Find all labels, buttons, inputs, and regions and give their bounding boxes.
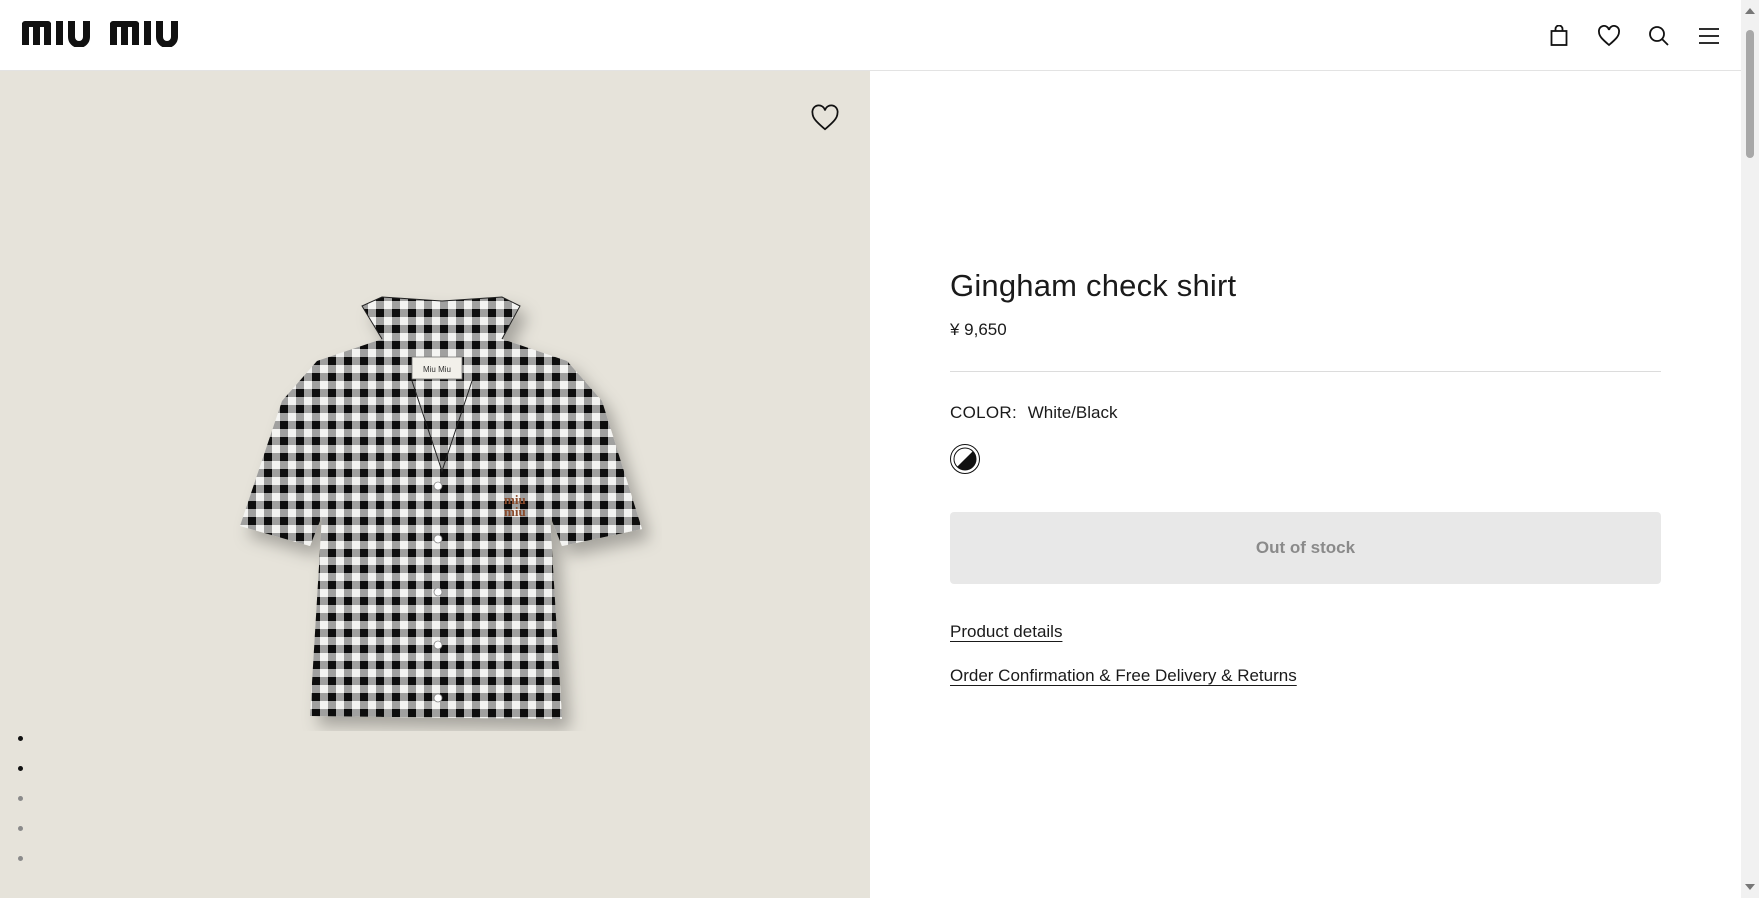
- gallery-dot[interactable]: [18, 766, 23, 771]
- gallery-dot[interactable]: [18, 856, 23, 861]
- product-details-link[interactable]: Product details: [950, 622, 1062, 642]
- brand-logo[interactable]: [22, 19, 190, 52]
- scroll-down-icon[interactable]: [1745, 884, 1755, 890]
- gallery-dot[interactable]: [18, 826, 23, 831]
- product-info: Gingham check shirt ¥ 9,650 COLOR: White…: [950, 268, 1661, 686]
- gallery-dot[interactable]: [18, 796, 23, 801]
- product-image: Miu Miu miu miu: [232, 261, 662, 736]
- scroll-thumb[interactable]: [1746, 30, 1754, 158]
- product-title: Gingham check shirt: [950, 268, 1237, 303]
- svg-text:Miu Miu: Miu Miu: [423, 365, 451, 374]
- color-label: COLOR:: [950, 403, 1017, 422]
- heart-icon[interactable]: [1595, 22, 1623, 50]
- color-row: COLOR: White/Black: [950, 403, 1661, 423]
- color-value: White/Black: [1027, 403, 1118, 422]
- out-of-stock-button[interactable]: Out of stock: [950, 512, 1661, 584]
- product-price: ¥ 9,650: [950, 320, 1007, 339]
- search-icon[interactable]: [1645, 22, 1673, 50]
- product-gallery[interactable]: Miu Miu miu miu: [0, 71, 870, 898]
- svg-text:miu: miu: [504, 504, 526, 519]
- wishlist-heart-icon[interactable]: [810, 104, 840, 134]
- divider: [950, 371, 1661, 372]
- site-header: [0, 0, 1741, 71]
- bag-icon[interactable]: [1545, 22, 1573, 50]
- scroll-up-icon[interactable]: [1745, 8, 1755, 14]
- page-scrollbar[interactable]: [1741, 0, 1759, 898]
- color-swatch-white-black[interactable]: [950, 444, 980, 474]
- gallery-dot[interactable]: [18, 736, 23, 741]
- menu-icon[interactable]: [1695, 22, 1723, 50]
- delivery-returns-link[interactable]: Order Confirmation & Free Delivery & Ret…: [950, 666, 1297, 686]
- gallery-pagination: [18, 736, 23, 886]
